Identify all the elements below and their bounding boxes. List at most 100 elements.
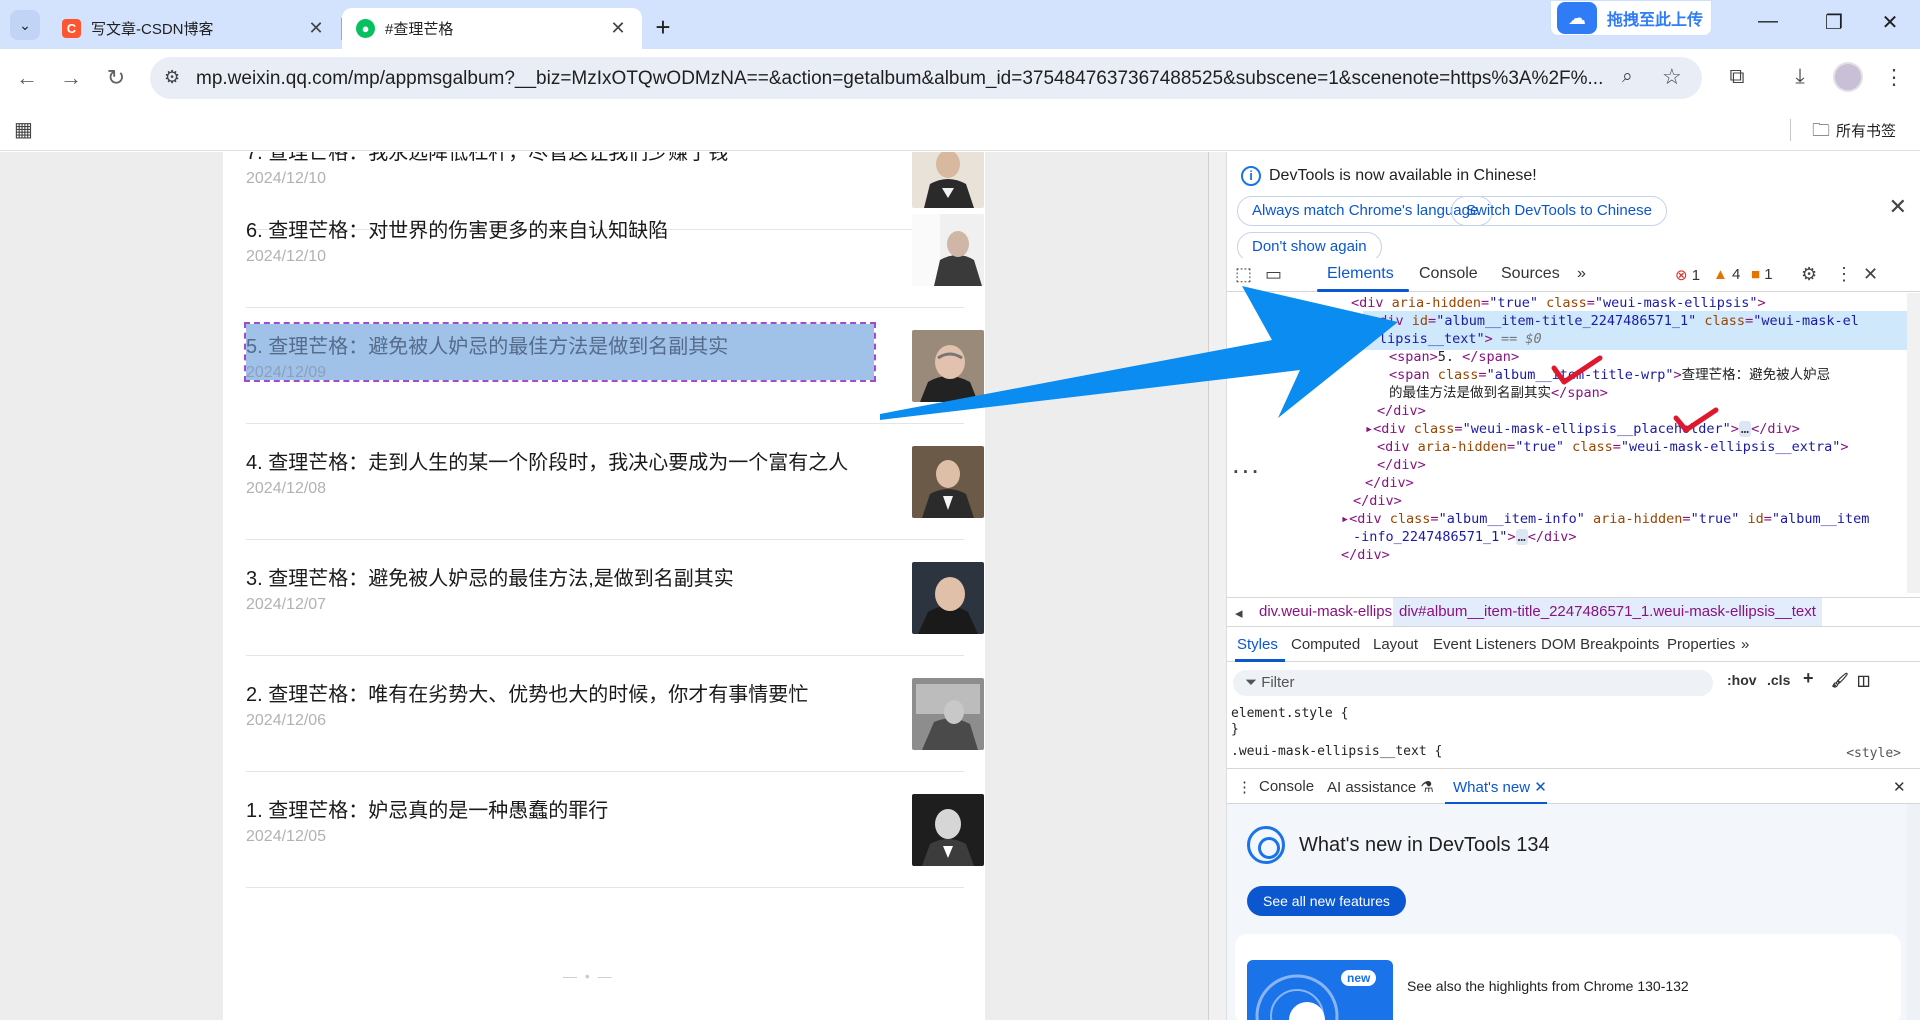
settings-gear-icon[interactable]: ⚙ [1801, 264, 1817, 285]
sidebar-toggle-icon[interactable]: ◫ [1857, 672, 1870, 689]
class-toggle[interactable]: .cls [1767, 672, 1790, 688]
tag-close: > [1507, 529, 1516, 545]
tab-dom-breakpoints[interactable]: DOM Breakpoints [1541, 636, 1659, 653]
more-options-icon[interactable]: ⋮ [1835, 264, 1853, 285]
more-options-icon[interactable]: ⋮ [1237, 778, 1252, 796]
scrollbar[interactable] [1209, 152, 1227, 1020]
highlights-card[interactable]: new See also the highlights from Chrome … [1235, 934, 1901, 1020]
breadcrumb-item-current[interactable]: div#album__item-title_2247486571_1.weui-… [1393, 598, 1822, 626]
switch-to-chinese-button[interactable]: Switch DevTools to Chinese [1451, 196, 1667, 226]
close-window-icon[interactable]: ✕ [1876, 10, 1904, 35]
zoom-icon[interactable]: ⌕ [1622, 66, 1633, 88]
item-title[interactable]: 7. 查理芒格：我永远降低杠杆，尽管这让我们少赚了钱 [246, 152, 728, 165]
attr-value: "weui-mask-el [1753, 313, 1859, 329]
list-item[interactable]: 2. 查理芒格：唯有在劣势大、优势也大的时候，你才有事情要忙 2024/12/0… [246, 656, 984, 772]
forward-icon[interactable]: → [56, 63, 86, 93]
tab-csdn[interactable]: C 写文章-CSDN博客 ✕ [48, 8, 340, 49]
styles-filter-input[interactable]: ⏷ Filter [1233, 670, 1713, 696]
tab-elements[interactable]: Elements [1327, 265, 1394, 283]
ellipsis-icon[interactable]: ··· [1231, 461, 1260, 482]
address-bar[interactable]: ⚙ mp.weixin.qq.com/mp/appmsgalbum?__biz=… [150, 57, 1702, 99]
apps-grid-icon[interactable]: ▦ [14, 117, 33, 142]
expand-icon[interactable]: ▸ [1365, 421, 1373, 437]
tab-computed[interactable]: Computed [1291, 636, 1360, 653]
list-item[interactable]: 4. 查理芒格：走到人生的某一个阶段时，我决心要成为一个富有之人 2024/12… [246, 424, 984, 540]
new-rule-icon[interactable]: + [1803, 668, 1814, 689]
language-banner: i DevTools is now available in Chinese! A… [1227, 152, 1920, 262]
dom-node[interactable]: <div aria-hidden="true" class="weui-mask… [1377, 437, 1848, 458]
attr-value: "album__item [1771, 511, 1870, 527]
extensions-icon[interactable]: ⧉ [1723, 65, 1751, 89]
tab-layout[interactable]: Layout [1373, 636, 1418, 653]
warning-count[interactable]: ▲ 4 [1713, 266, 1740, 283]
chevron-left-icon[interactable]: ◂ [1235, 604, 1243, 622]
list-item[interactable]: 3. 查理芒格：避免被人妒忌的最佳方法,是做到名副其实 2024/12/07 [246, 540, 984, 656]
bookmark-star-icon[interactable]: ☆ [1662, 64, 1682, 90]
css-rule-selector[interactable]: .weui-mask-ellipsis__text { [1231, 744, 1442, 759]
device-toolbar-icon[interactable]: ▭ [1265, 264, 1282, 285]
tab-styles[interactable]: Styles [1237, 636, 1278, 653]
inspect-icon[interactable]: ⬚ [1235, 264, 1252, 285]
close-icon[interactable]: ✕ [306, 18, 326, 39]
list-item[interactable]: 6. 查理芒格：对世界的伤害更多的来自认知缺陷 2024/12/10 [246, 192, 984, 308]
tab-event-listeners[interactable]: Event Listeners [1433, 636, 1536, 653]
maximize-icon[interactable]: ❐ [1820, 10, 1848, 35]
item-title[interactable]: 4. 查理芒格：走到人生的某一个阶段时，我决心要成为一个富有之人 [246, 446, 848, 475]
more-tabs-icon[interactable]: » [1741, 636, 1749, 653]
item-title[interactable]: 3. 查理芒格：避免被人妒忌的最佳方法,是做到名副其实 [246, 562, 734, 591]
site-settings-icon[interactable]: ⚙ [164, 67, 180, 88]
download-icon[interactable]: ⤓ [1786, 65, 1814, 89]
expand-icon[interactable]: ▾ [1363, 313, 1371, 329]
see-all-features-button[interactable]: See all new features [1247, 886, 1406, 916]
whats-new-panel: What's new in DevTools 134 See all new f… [1227, 804, 1920, 1020]
reload-icon[interactable]: ↻ [101, 63, 131, 93]
tab-sources[interactable]: Sources [1501, 265, 1560, 283]
css-rule-selector[interactable]: element.style { [1231, 706, 1348, 721]
scrollbar[interactable] [1907, 804, 1920, 1020]
expand-icon[interactable]: ▸ [1341, 511, 1349, 527]
item-title[interactable]: 5. 查理芒格：避免被人妒忌的最佳方法是做到名副其实 [246, 330, 728, 359]
highlights-image: new [1247, 960, 1393, 1020]
item-title[interactable]: 6. 查理芒格：对世界的伤害更多的来自认知缺陷 [246, 214, 668, 243]
all-bookmarks-folder[interactable]: 🗀 所有书签 [1812, 118, 1896, 148]
breadcrumb-item[interactable]: div.weui-mask-ellipsis [1259, 603, 1403, 620]
close-devtools-icon[interactable]: ✕ [1863, 264, 1878, 285]
tab-console[interactable]: Console [1419, 265, 1478, 283]
close-icon[interactable]: ✕ [1889, 194, 1907, 220]
list-item-selected[interactable]: 5. 查理芒格：避免被人妒忌的最佳方法是做到名副其实 2024/12/09 [244, 308, 984, 424]
error-count[interactable]: ⊗ 1 [1675, 266, 1700, 284]
close-drawer-icon[interactable]: ✕ [1893, 778, 1906, 796]
menu-icon[interactable]: ⋮ [1880, 65, 1908, 90]
scrollbar[interactable] [1907, 293, 1920, 593]
dom-node-close[interactable]: </div> [1341, 545, 1390, 566]
hover-state-toggle[interactable]: :hov [1727, 672, 1757, 688]
paint-icon[interactable]: 🖌 [1831, 672, 1849, 689]
info-icon: i [1241, 166, 1261, 186]
back-icon[interactable]: ← [12, 63, 42, 93]
drawer-tab-whats-new[interactable]: What's new ✕ [1453, 778, 1547, 796]
item-title[interactable]: 1. 查理芒格：妒忌真的是一种愚蠢的罪行 [246, 794, 608, 823]
tab-search-button[interactable]: ⌄ [10, 10, 40, 40]
close-icon[interactable]: ✕ [608, 18, 628, 39]
list-item[interactable]: 1. 查理芒格：妒忌真的是一种愚蠢的罪行 2024/12/05 [246, 772, 984, 888]
collapsed-ellipsis[interactable]: … [1738, 421, 1752, 437]
style-source-link[interactable]: <style> [1846, 746, 1901, 761]
item-title[interactable]: 2. 查理芒格：唯有在劣势大、优势也大的时候，你才有事情要忙 [246, 678, 808, 707]
minimize-icon[interactable]: — [1754, 10, 1782, 33]
collapsed-ellipsis[interactable]: … [1515, 529, 1528, 545]
attr-name: class [1437, 367, 1479, 383]
tab-wechat-album[interactable]: ● #查理芒格 ✕ [342, 8, 642, 49]
close-icon[interactable]: ✕ [1534, 779, 1547, 796]
baidu-upload-extension[interactable]: ☁ 拖拽至此上传 [1550, 0, 1712, 36]
drawer-tab-ai-assistance[interactable]: AI assistance ⚗ [1327, 778, 1434, 796]
album-list: 7. 查理芒格：我永远降低杠杆，尽管这让我们少赚了钱 2024/12/10 6.… [223, 152, 985, 1020]
avatar[interactable] [1833, 62, 1863, 92]
drawer-tab-console[interactable]: Console [1259, 778, 1314, 795]
new-tab-button[interactable]: + [650, 12, 676, 43]
tab-strip: ⌄ C 写文章-CSDN博客 ✕ ● #查理芒格 ✕ + ☁ 拖拽至此上传 — … [0, 0, 1920, 49]
more-tabs-icon[interactable]: » [1577, 265, 1586, 283]
item-date: 2024/12/10 [246, 170, 327, 187]
url-text[interactable]: mp.weixin.qq.com/mp/appmsgalbum?__biz=Mz… [196, 68, 1616, 90]
tab-properties[interactable]: Properties [1667, 636, 1735, 653]
issue-count[interactable]: ■ 1 [1751, 266, 1773, 283]
